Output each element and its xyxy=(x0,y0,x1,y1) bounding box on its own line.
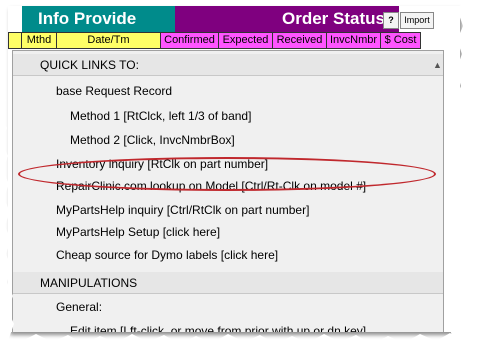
column-invcnmbr[interactable]: InvcNmbr xyxy=(327,32,381,49)
menu-item-method-2[interactable]: Method 2 [Click, InvcNmbrBox] xyxy=(70,132,235,148)
help-button[interactable]: ? xyxy=(383,12,399,29)
column-mthd[interactable]: Mthd xyxy=(22,32,57,49)
import-button[interactable]: Import xyxy=(400,12,434,29)
column-blank xyxy=(8,32,22,49)
menu-item-base-request[interactable]: base Request Record xyxy=(56,83,172,99)
column-cost[interactable]: $ Cost xyxy=(381,32,421,49)
column-date-tm[interactable]: Date/Tm xyxy=(57,32,161,49)
info-provider-title: Info Provide xyxy=(38,9,137,28)
menu-item-method-1[interactable]: Method 1 [RtClck, left 1/3 of band] xyxy=(70,108,251,124)
column-confirmed[interactable]: Confirmed xyxy=(161,32,219,49)
menu-item-edit-item[interactable]: Edit item [Lft-click, or move from prior… xyxy=(70,323,366,332)
menu-item-dymo-labels[interactable]: Cheap source for Dymo labels [click here… xyxy=(56,247,278,263)
column-received[interactable]: Received xyxy=(273,32,327,49)
quick-links-section: QUICK LINKS TO: ▲ xyxy=(13,54,443,76)
screenshot-frame: Info Provide Order Status ? Import Mthd … xyxy=(8,6,460,332)
menu-item-mypartshelp-setup[interactable]: MyPartsHelp Setup [click here] xyxy=(56,224,220,240)
menu-item-inventory-inquiry[interactable]: Inventory inquiry [RtClk on part number] xyxy=(56,156,268,172)
menu-item-mypartshelp-inquiry[interactable]: MyPartsHelp inquiry [Ctrl/RtClk on part … xyxy=(56,202,309,218)
column-header-row: Mthd Date/Tm Confirmed Expected Received… xyxy=(8,32,421,49)
scroll-up-arrow-icon[interactable]: ▲ xyxy=(433,54,442,76)
manipulations-section: MANIPULATIONS xyxy=(13,272,443,294)
quick-links-heading: QUICK LINKS TO: xyxy=(40,58,139,72)
context-menu: QUICK LINKS TO: ▲ base Request Record Me… xyxy=(12,50,444,332)
menu-item-repairclinic-lookup[interactable]: RepairClinic.com lookup on Model [Ctrl/R… xyxy=(56,178,366,194)
order-status-title: Order Status xyxy=(282,9,385,28)
column-expected[interactable]: Expected xyxy=(219,32,273,49)
manipulations-heading: MANIPULATIONS xyxy=(40,276,138,290)
general-label: General: xyxy=(56,300,103,314)
